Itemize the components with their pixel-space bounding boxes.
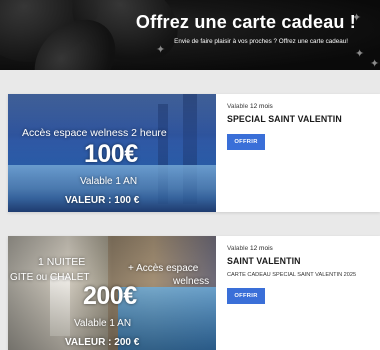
image-caption: GITE ou CHALET bbox=[10, 272, 90, 283]
star-icon: ✦ bbox=[156, 43, 166, 56]
gift-card-item: 1 NUITEE GITE ou CHALET + Accès espace w… bbox=[8, 236, 380, 350]
gift-card-item: Accès espace welness 2 heure 100€ Valabl… bbox=[8, 94, 380, 212]
hero-banner: ✦ ✦ ✦ ✦ Offrez une carte cadeau ! Envie … bbox=[0, 0, 380, 70]
gift-card-description: CARTE CADEAU SPECIAL SAINT VALENTIN 2025 bbox=[227, 272, 357, 278]
image-validity: Valable 1 AN bbox=[80, 176, 138, 187]
gift-card-image[interactable]: 1 NUITEE GITE ou CHALET + Accès espace w… bbox=[8, 236, 216, 350]
page-title: Offrez une carte cadeau ! bbox=[135, 12, 356, 32]
validity-text: Valable 12 mois bbox=[227, 103, 273, 110]
gift-card-image[interactable]: Accès espace welness 2 heure 100€ Valabl… bbox=[8, 94, 216, 212]
image-caption: 1 NUITEE bbox=[38, 256, 86, 268]
image-caption: welness bbox=[173, 276, 210, 287]
gift-card-name[interactable]: SPECIAL SAINT VALENTIN bbox=[227, 114, 342, 124]
validity-prefix: Valable bbox=[227, 245, 249, 252]
validity-value: 12 mois bbox=[250, 245, 273, 252]
image-caption: Accès espace welness 2 heure bbox=[22, 127, 167, 139]
image-validity: Valable 1 AN bbox=[74, 318, 132, 329]
image-price: 200€ bbox=[83, 282, 137, 310]
image-caption: + Accès espace bbox=[128, 263, 199, 274]
page-subtitle: Envie de faire plaisir à vos proches ? O… bbox=[174, 38, 348, 45]
image-value: VALEUR : 200 € bbox=[65, 337, 140, 348]
validity-prefix: Valable bbox=[227, 103, 249, 110]
offer-button[interactable]: OFFRIR bbox=[227, 288, 265, 304]
image-price: 100€ bbox=[84, 140, 138, 168]
validity-text: Valable 12 mois bbox=[227, 245, 273, 252]
offer-button[interactable]: OFFRIR bbox=[227, 134, 265, 150]
star-icon: ✦ bbox=[370, 57, 380, 70]
image-value: VALEUR : 100 € bbox=[65, 195, 140, 206]
validity-value: 12 mois bbox=[250, 103, 273, 110]
gift-card-name[interactable]: SAINT VALENTIN bbox=[227, 256, 301, 266]
star-icon: ✦ bbox=[355, 47, 365, 60]
